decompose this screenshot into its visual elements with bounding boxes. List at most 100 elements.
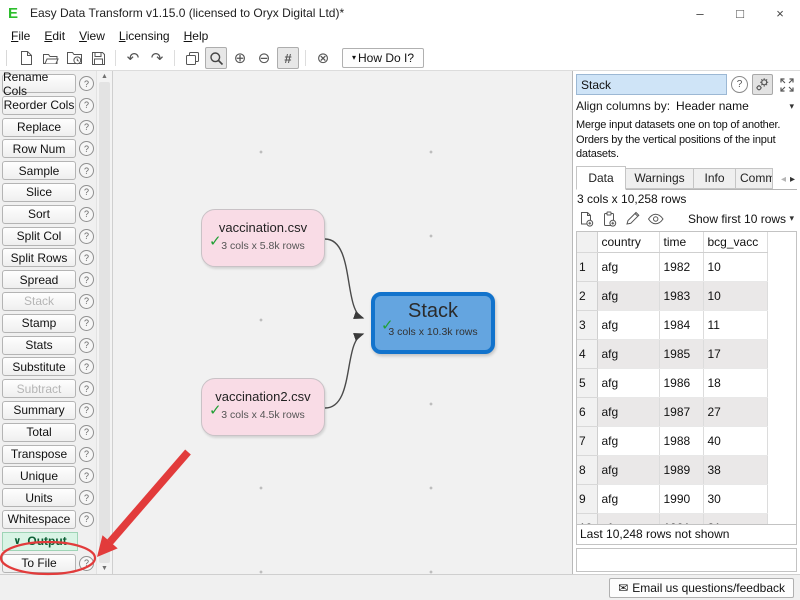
- node-vaccination2-csv[interactable]: ✓ vaccination2.csv 3 cols x 4.5k rows: [201, 378, 325, 436]
- show-rows-select[interactable]: Show first 10 rows ▾: [685, 212, 797, 226]
- table-row[interactable]: 3afg198411: [577, 310, 767, 339]
- help-icon[interactable]: ?: [79, 425, 94, 440]
- sidebar-button-subtract[interactable]: Subtract: [2, 379, 76, 398]
- sidebar-button-transpose[interactable]: Transpose: [2, 445, 76, 464]
- tab-info[interactable]: Info: [694, 168, 736, 189]
- help-icon[interactable]: ?: [79, 512, 94, 527]
- sidebar-button-sample[interactable]: Sample: [2, 161, 76, 180]
- table-cell[interactable]: afg: [597, 397, 659, 426]
- remove-item-button[interactable]: ⊗: [312, 47, 334, 69]
- transform-name-input[interactable]: [576, 74, 727, 95]
- help-icon[interactable]: ?: [79, 229, 94, 244]
- table-cell[interactable]: 1983: [659, 281, 703, 310]
- zoom-reset-button[interactable]: [205, 47, 227, 69]
- row-number-cell[interactable]: 3: [577, 310, 597, 339]
- help-icon[interactable]: ?: [79, 556, 94, 571]
- view-data-icon[interactable]: [645, 208, 666, 229]
- table-row[interactable]: 7afg198840: [577, 426, 767, 455]
- zoom-in-button[interactable]: ⊕: [229, 47, 251, 69]
- sidebar-button-stack[interactable]: Stack: [2, 292, 76, 311]
- row-number-cell[interactable]: 5: [577, 368, 597, 397]
- sidebar-button-slice[interactable]: Slice: [2, 183, 76, 202]
- column-header-bcg_vacc[interactable]: bcg_vacc: [703, 232, 767, 253]
- row-number-cell[interactable]: 4: [577, 339, 597, 368]
- table-cell[interactable]: 1984: [659, 310, 703, 339]
- row-number-cell[interactable]: 1: [577, 252, 597, 281]
- table-cell[interactable]: 1982: [659, 252, 703, 281]
- close-button[interactable]: ×: [760, 0, 800, 26]
- table-row[interactable]: 10afg199121: [577, 513, 767, 524]
- column-header-country[interactable]: country: [597, 232, 659, 253]
- table-cell[interactable]: afg: [597, 484, 659, 513]
- tab-comm[interactable]: Comm: [736, 168, 773, 189]
- table-cell[interactable]: 1986: [659, 368, 703, 397]
- sidebar-button-spread[interactable]: Spread: [2, 270, 76, 289]
- row-number-cell[interactable]: 7: [577, 426, 597, 455]
- table-cell[interactable]: afg: [597, 339, 659, 368]
- sidebar-button-summary[interactable]: Summary: [2, 401, 76, 420]
- how-do-i-button[interactable]: ▾ How Do I?: [342, 48, 424, 68]
- table-row[interactable]: 8afg198938: [577, 455, 767, 484]
- sidebar-button-reorder-cols[interactable]: Reorder Cols: [2, 96, 76, 115]
- save-button[interactable]: [87, 47, 109, 69]
- tabs-scroll-left-icon[interactable]: ◂: [779, 174, 788, 189]
- table-row[interactable]: 2afg198310: [577, 281, 767, 310]
- edit-data-icon[interactable]: [622, 208, 643, 229]
- menu-help[interactable]: Help: [177, 27, 216, 45]
- table-cell[interactable]: afg: [597, 281, 659, 310]
- help-icon[interactable]: ?: [79, 359, 94, 374]
- sidebar-button-unique[interactable]: Unique: [2, 466, 76, 485]
- help-icon[interactable]: ?: [79, 250, 94, 265]
- menu-edit[interactable]: Edit: [37, 27, 72, 45]
- gears-icon[interactable]: [752, 74, 773, 95]
- help-icon[interactable]: ?: [79, 185, 94, 200]
- help-icon[interactable]: ?: [79, 98, 94, 113]
- sidebar-button-total[interactable]: Total: [2, 423, 76, 442]
- sidebar-button-stats[interactable]: Stats: [2, 336, 76, 355]
- menu-licensing[interactable]: Licensing: [112, 27, 177, 45]
- table-cell[interactable]: 1990: [659, 484, 703, 513]
- table-cell[interactable]: 1987: [659, 397, 703, 426]
- undo-button[interactable]: ↶: [122, 47, 144, 69]
- new-project-button[interactable]: [15, 47, 37, 69]
- row-number-cell[interactable]: 10: [577, 513, 597, 524]
- table-cell[interactable]: afg: [597, 368, 659, 397]
- table-cell[interactable]: afg: [597, 455, 659, 484]
- help-icon[interactable]: ?: [79, 294, 94, 309]
- help-icon[interactable]: ?: [79, 490, 94, 505]
- sidebar-scrollbar[interactable]: ▲ ▼: [96, 71, 113, 574]
- row-number-cell[interactable]: 8: [577, 455, 597, 484]
- email-feedback-button[interactable]: ✉ Email us questions/feedback: [609, 578, 794, 598]
- sidebar-button-whitespace[interactable]: Whitespace: [2, 510, 76, 529]
- help-icon[interactable]: ?: [79, 76, 94, 91]
- redo-button[interactable]: ↷: [146, 47, 168, 69]
- table-cell[interactable]: 1985: [659, 339, 703, 368]
- help-icon[interactable]: ?: [79, 468, 94, 483]
- sidebar-button-split-col[interactable]: Split Col: [2, 227, 76, 246]
- table-cell[interactable]: 1989: [659, 455, 703, 484]
- table-cell[interactable]: 1991: [659, 513, 703, 524]
- help-icon[interactable]: ?: [79, 272, 94, 287]
- tab-data[interactable]: Data: [576, 166, 626, 190]
- sidebar-button-units[interactable]: Units: [2, 488, 76, 507]
- sidebar-button-split-rows[interactable]: Split Rows: [2, 248, 76, 267]
- table-cell[interactable]: 27: [703, 397, 767, 426]
- menu-file[interactable]: File: [4, 27, 37, 45]
- help-icon[interactable]: ?: [79, 381, 94, 396]
- help-icon[interactable]: ?: [79, 120, 94, 135]
- row-number-cell[interactable]: 9: [577, 484, 597, 513]
- toggle-grid-button[interactable]: #: [277, 47, 299, 69]
- node-vaccination-csv[interactable]: ✓ vaccination.csv 3 cols x 5.8k rows: [201, 209, 325, 267]
- sidebar-button-substitute[interactable]: Substitute: [2, 357, 76, 376]
- table-cell[interactable]: 40: [703, 426, 767, 455]
- help-icon[interactable]: ?: [79, 316, 94, 331]
- expand-panel-icon[interactable]: [776, 74, 797, 95]
- align-columns-select[interactable]: Header name ▾: [673, 99, 797, 113]
- sidebar-button-sort[interactable]: Sort: [2, 205, 76, 224]
- table-cell[interactable]: 10: [703, 281, 767, 310]
- row-number-cell[interactable]: 2: [577, 281, 597, 310]
- table-cell[interactable]: 17: [703, 339, 767, 368]
- table-cell[interactable]: afg: [597, 513, 659, 524]
- help-icon[interactable]: ?: [731, 76, 748, 93]
- help-icon[interactable]: ?: [79, 163, 94, 178]
